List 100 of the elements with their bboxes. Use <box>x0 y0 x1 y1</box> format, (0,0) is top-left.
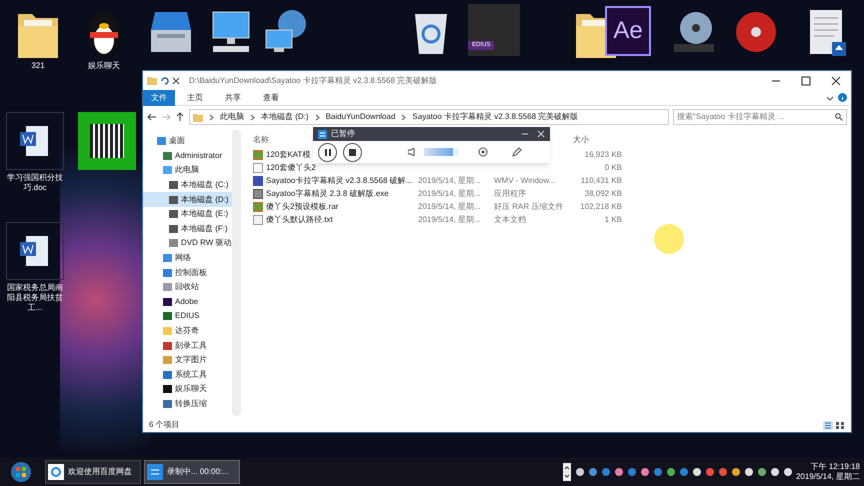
file-size: 110,431 KB <box>580 174 622 186</box>
tiles-view-icon <box>835 420 845 430</box>
window-title: D:\BaiduYunDownload\Sayatoo 卡拉字幕精灵 v2.3.8.5568 完美破解版 <box>189 74 438 86</box>
undo-icon <box>160 76 169 85</box>
taskbar-button[interactable]: 欢迎使用百度网盘 <box>45 460 141 484</box>
back-arrow-icon <box>147 112 157 122</box>
file-type: 好压 RAR 压缩文件 <box>494 200 564 212</box>
desktop-icon-label[interactable]: 娱乐聊天 <box>88 60 120 72</box>
column-header[interactable]: 大小 <box>573 134 589 146</box>
search-icon <box>835 113 843 121</box>
sidebar-item[interactable]: 本地磁盘 (F:) <box>143 222 232 236</box>
address-bar[interactable]: 此电脑 本地磁盘 (D:) BaiduYunDownload Sayatoo 卡拉字幕精灵 v2.3.8.5568 完美破解版 <box>189 109 669 125</box>
archive-file-icon <box>253 150 263 160</box>
file-size: 102,218 KB <box>579 200 622 212</box>
ribbon-tab[interactable]: 共享 <box>215 90 251 106</box>
file-date: 2019/5/14, 星期... <box>418 200 482 212</box>
start-orb-icon <box>10 461 32 483</box>
ribbon-tab[interactable]: 文件 <box>143 90 175 106</box>
sidebar-item[interactable]: 本地磁盘 (C:) <box>143 178 232 192</box>
chevron-right-icon <box>209 114 214 120</box>
file-name[interactable]: 120套傻丫头2 <box>266 162 316 172</box>
sidebar-item[interactable]: EDIUS <box>143 309 232 324</box>
sidebar-item[interactable]: DVD RW 驱动 <box>143 236 232 251</box>
archive-file-icon <box>253 202 263 212</box>
ribbon-tab[interactable]: 查看 <box>253 90 289 106</box>
file-date: 2019/5/14, 星期... <box>418 214 482 226</box>
desktop-icon-label[interactable]: 321 <box>31 60 45 72</box>
file-name[interactable]: 傻丫头默认路径.txt <box>266 214 333 224</box>
sidebar-item[interactable]: 控制面板 <box>143 265 232 280</box>
chevron-right-icon <box>401 114 406 120</box>
file-name[interactable]: 傻丫头2预设模板.rar <box>266 202 338 210</box>
help-icon <box>838 93 847 102</box>
breadcrumb[interactable]: Sayatoo 卡拉字幕精灵 v2.3.8.5568 完美破解版 <box>412 111 578 123</box>
file-name[interactable]: 120套KAT模 <box>266 150 310 158</box>
pause-button[interactable] <box>318 142 337 162</box>
close-icon <box>831 76 841 86</box>
file-date: 2019/5/14, 星期... <box>418 188 482 200</box>
file-size: 16,923 KB <box>584 148 622 160</box>
word-file-icon <box>20 234 50 268</box>
chevron-icon <box>826 94 834 102</box>
recorder-status: 已暂停 <box>331 128 355 140</box>
status-text: 6 个项目 <box>149 419 180 431</box>
word-document-icon[interactable] <box>6 222 64 280</box>
maximize-icon <box>801 76 811 86</box>
desktop-file-label[interactable]: 国家税务总局南阳县税务局扶贫工... <box>4 283 66 313</box>
cloud-icon <box>48 464 64 480</box>
forward-arrow-icon <box>161 112 171 122</box>
breadcrumb[interactable]: BaiduYunDownload <box>326 111 396 123</box>
column-header[interactable]: 名称 <box>253 135 269 144</box>
word-document-icon[interactable] <box>6 112 64 170</box>
webcam-icon <box>478 147 488 157</box>
search-field[interactable]: 搜索"Sayatoo 卡拉字幕精灵 ... <box>673 109 847 125</box>
sidebar-item[interactable]: 回收站 <box>143 280 232 295</box>
clock[interactable]: 下午 12:19:18 2019/5/14, 星期二 <box>796 462 864 482</box>
breadcrumb[interactable]: 本地磁盘 (D:) <box>261 111 309 123</box>
sidebar-item[interactable]: 系统工具 <box>143 368 232 382</box>
file-type: 应用程序 <box>494 188 527 200</box>
file-size: 0 KB <box>604 162 622 174</box>
recorder-icon <box>147 464 163 480</box>
sidebar-item[interactable]: 达芬奇 <box>143 324 232 338</box>
stop-icon <box>349 148 356 156</box>
file-name[interactable]: Sayatoo字幕精灵 2.3.8 破解版.exe <box>266 188 389 198</box>
close-small-icon <box>172 76 180 84</box>
sidebar-item[interactable]: 转换压缩 <box>143 396 232 412</box>
ribbon-tab[interactable]: 主页 <box>177 90 213 106</box>
blank-file-icon <box>253 162 263 172</box>
qr-code-image[interactable] <box>78 112 136 170</box>
stop-button[interactable] <box>343 142 362 162</box>
details-view-icon <box>823 420 833 430</box>
taskbar-button[interactable]: 录制中... 00:00:... <box>144 460 240 484</box>
word-file-icon <box>20 124 50 158</box>
sidebar-item[interactable]: 此电脑 <box>143 163 232 178</box>
sidebar-item[interactable]: 本地磁盘 (D:) <box>143 192 232 207</box>
sidebar-item[interactable]: 文字图片 <box>143 352 232 368</box>
file-name[interactable]: Sayatoo卡拉字幕精灵 v2.3.8.5568 破解... <box>266 176 412 184</box>
chevron-up-icon <box>562 463 571 481</box>
file-date: 2019/5/14, 星期... <box>418 174 482 186</box>
pause-icon <box>324 148 330 156</box>
sidebar-item[interactable]: 刻录工具 <box>143 338 232 353</box>
file-size: 1 KB <box>604 214 622 226</box>
sidebar-item[interactable]: Adobe <box>143 294 232 310</box>
close-icon <box>537 130 545 138</box>
up-arrow-icon <box>175 112 185 122</box>
sidebar-item[interactable]: Administrator <box>143 148 232 164</box>
recorder-logo-icon <box>318 130 327 138</box>
desktop-file-label[interactable]: 学习强国积分技巧.doc <box>4 173 66 193</box>
chevron-right-icon <box>250 114 255 120</box>
pen-icon <box>512 147 522 157</box>
sidebar-item[interactable]: 网络 <box>143 250 232 266</box>
breadcrumb[interactable]: 此电脑 <box>220 111 244 123</box>
chevron-right-icon <box>314 114 320 120</box>
scrollbar[interactable] <box>232 130 241 416</box>
sidebar-item[interactable]: 桌面 <box>143 134 232 149</box>
text-file-icon <box>253 214 263 224</box>
sidebar-item[interactable]: 娱乐聊天 <box>143 382 232 397</box>
file-size: 38,092 KB <box>584 188 622 200</box>
file-type: 文本文档 <box>494 214 527 226</box>
sidebar-item[interactable]: 本地磁盘 (E:) <box>143 206 232 222</box>
ae-logo-tile[interactable]: Ae <box>605 6 651 56</box>
file-type: WMV - Window... <box>494 174 556 186</box>
